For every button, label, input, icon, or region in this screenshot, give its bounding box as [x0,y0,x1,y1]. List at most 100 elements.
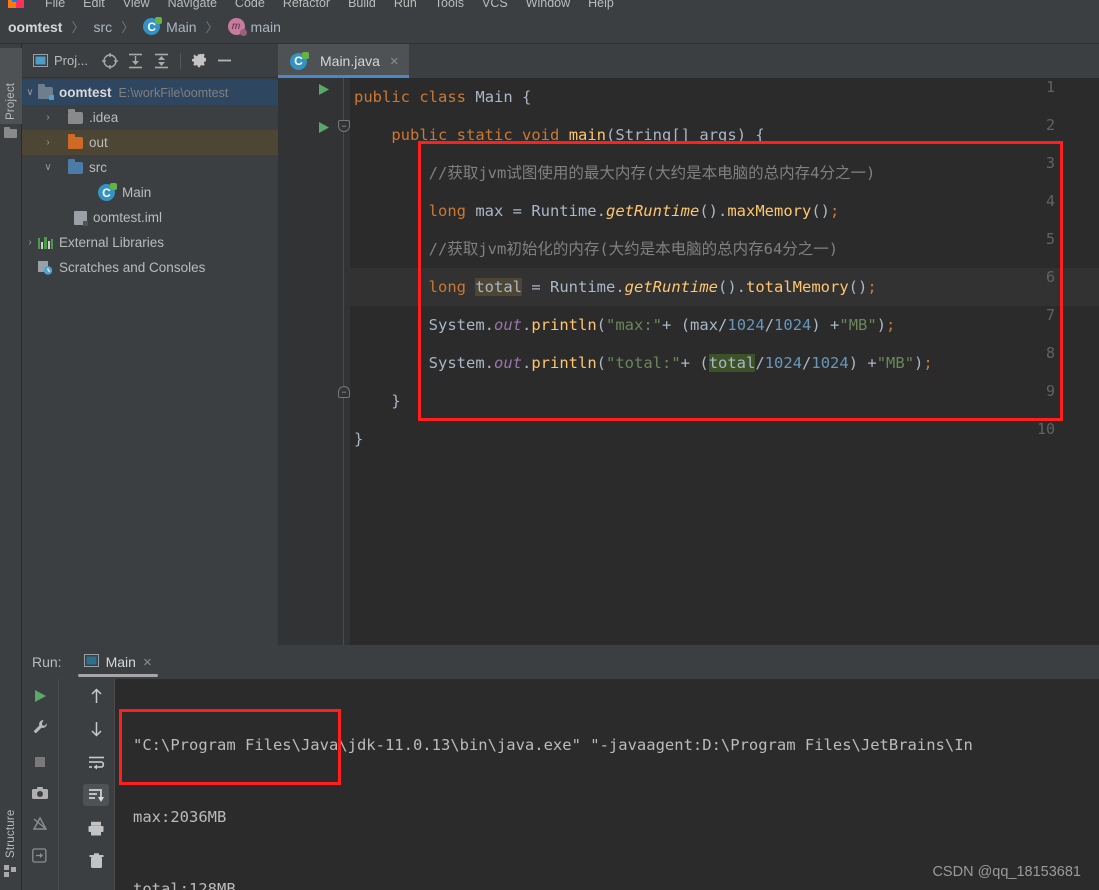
folder-orange-icon [68,133,83,149]
code-line-6: long total = Runtime.getRuntime().totalM… [428,278,877,296]
chevron-down-icon[interactable]: ∨ [22,87,38,98]
folder-blue-icon [68,158,83,174]
breadcrumb-item-class[interactable]: C Main [143,17,197,35]
collapse-all-icon[interactable] [150,49,174,73]
module-folder-icon [38,83,54,100]
editor-gutter[interactable] [278,78,350,645]
left-tool-strip: Project Structure rks [0,44,22,890]
run-tab-main[interactable]: Main × [74,645,162,679]
rerun-icon[interactable] [27,685,53,707]
chevron-right-icon[interactable]: › [22,237,38,248]
menu-item-navigate[interactable]: Navigate [159,0,226,10]
run-panel-body: "C:\Program Files\Java\jdk-11.0.13\bin\j… [22,679,1099,890]
run-panel-header: Run: Main × [22,645,1099,679]
fold-end-icon[interactable]: − [338,386,350,398]
locate-icon[interactable] [98,49,122,73]
menu-item-code[interactable]: Code [226,0,274,10]
breadcrumb-separator: 〉 [71,20,85,35]
tree-item-scratches[interactable]: Scratches and Consoles [22,255,278,280]
sidebar-item-project[interactable]: Project [0,48,22,124]
menu-item-run[interactable]: Run [385,0,426,10]
project-panel-header: Proj... [22,44,278,78]
chevron-right-icon[interactable]: › [40,137,56,148]
console-command-line: "C:\Program Files\Java\jdk-11.0.13\bin\j… [133,736,973,754]
code-line-9: } [391,392,401,410]
sidebar-item-project-label: Project [5,82,17,120]
run-config-icon [83,654,99,670]
tree-item-external-libraries[interactable]: › External Libraries [22,230,278,255]
fold-column [343,78,344,645]
editor-tab-main-java[interactable]: C Main.java × [278,44,409,78]
run-panel-label: Run: [32,654,62,670]
java-class-icon: C [290,51,309,70]
run-toolbar-right [78,679,114,890]
close-icon[interactable]: × [390,53,399,70]
breadcrumb-item-src[interactable]: src [93,19,112,35]
folder-gray-icon [68,108,83,124]
down-arrow-icon[interactable] [83,718,109,740]
menu-item-build[interactable]: Build [339,0,385,10]
code-line-7: System.out.println("max:"+ (max/1024/102… [428,316,896,334]
menu-item-tools[interactable]: Tools [426,0,473,10]
breadcrumb-item-method[interactable]: m main [227,18,281,36]
tree-item-idea[interactable]: › .idea [22,105,278,130]
tree-item-out[interactable]: › out [22,130,278,155]
tree-item-label: src [89,160,107,175]
project-folder-icon [4,126,18,139]
code-text[interactable]: public class Main { public static void m… [354,78,1099,645]
tree-item-label: oomtest.iml [93,210,163,225]
trash-icon[interactable] [83,850,109,872]
stop-icon[interactable] [27,751,53,773]
code-line-8: System.out.println("total:"+ (total/1024… [428,354,933,372]
tree-item-src[interactable]: ∨ src [22,155,278,180]
tree-item-oomtest[interactable]: ∨ oomtest E:\workFile\oomtest [22,80,278,105]
code-line-4: long max = Runtime.getRuntime().maxMemor… [428,202,840,220]
chevron-right-icon[interactable]: › [40,112,56,123]
settings-gear-icon[interactable] [187,49,211,73]
code-view[interactable]: 1 2 3 4 5 6 7 8 9 10 − − public class Ma… [278,78,1099,645]
fold-collapse-icon[interactable]: − [338,120,350,132]
iml-file-icon [74,210,88,226]
print-icon[interactable] [83,817,109,839]
scratches-icon [38,260,53,275]
menu-item-refactor[interactable]: Refactor [274,0,339,10]
menu-bar: File Edit View Navigate Code Refactor Bu… [0,0,1099,10]
close-icon[interactable]: × [143,654,152,671]
wrench-settings-icon[interactable] [27,716,53,738]
editor-tab-bar: C Main.java × [278,44,1099,78]
tree-item-main-class[interactable]: C Main [22,180,278,205]
menu-item-file[interactable]: File [36,0,74,10]
screenshot-camera-icon[interactable] [27,782,53,804]
scroll-to-end-icon[interactable] [83,784,109,806]
export-icon[interactable] [27,844,53,866]
console-output-max: max:2036MB [133,808,227,826]
class-icon: C [143,17,163,35]
up-arrow-icon[interactable] [83,685,109,707]
structure-icon [4,864,18,877]
menu-item-view[interactable]: View [114,0,159,10]
tree-item-iml[interactable]: oomtest.iml [22,205,278,230]
soft-wrap-icon[interactable] [83,751,109,773]
run-class-icon[interactable] [318,83,330,96]
tree-item-label: .idea [89,110,119,125]
suppress-icon[interactable] [27,813,53,835]
hide-panel-icon[interactable] [213,49,237,73]
menu-item-edit[interactable]: Edit [74,0,114,10]
chevron-down-icon[interactable]: ∨ [40,162,56,173]
menu-item-help[interactable]: Help [579,0,623,10]
toolbar-divider [179,52,181,69]
run-method-icon[interactable] [318,121,330,134]
code-line-2: public static void main(String[] args) { [391,126,765,144]
watermark: CSDN @qq_18153681 [932,864,1081,880]
java-class-icon: C [98,183,117,201]
tree-item-label: oomtest [59,85,112,100]
sidebar-item-structure[interactable]: Structure [0,784,22,862]
menu-item-window[interactable]: Window [517,0,579,10]
menu-item-vcs[interactable]: VCS [473,0,517,10]
console-output[interactable]: "C:\Program Files\Java\jdk-11.0.13\bin\j… [115,679,1099,890]
code-comment-max: //获取jvm试图使用的最大内存(大约是本电脑的总内存4分之一) [428,164,876,182]
expand-all-icon[interactable] [124,49,148,73]
sidebar-item-structure-label: Structure [5,809,17,858]
breadcrumb-item-project[interactable]: oomtest [8,19,62,35]
project-tool-window: Proj... ∨ oomtest E:\workFile\oomtest › … [22,44,278,645]
